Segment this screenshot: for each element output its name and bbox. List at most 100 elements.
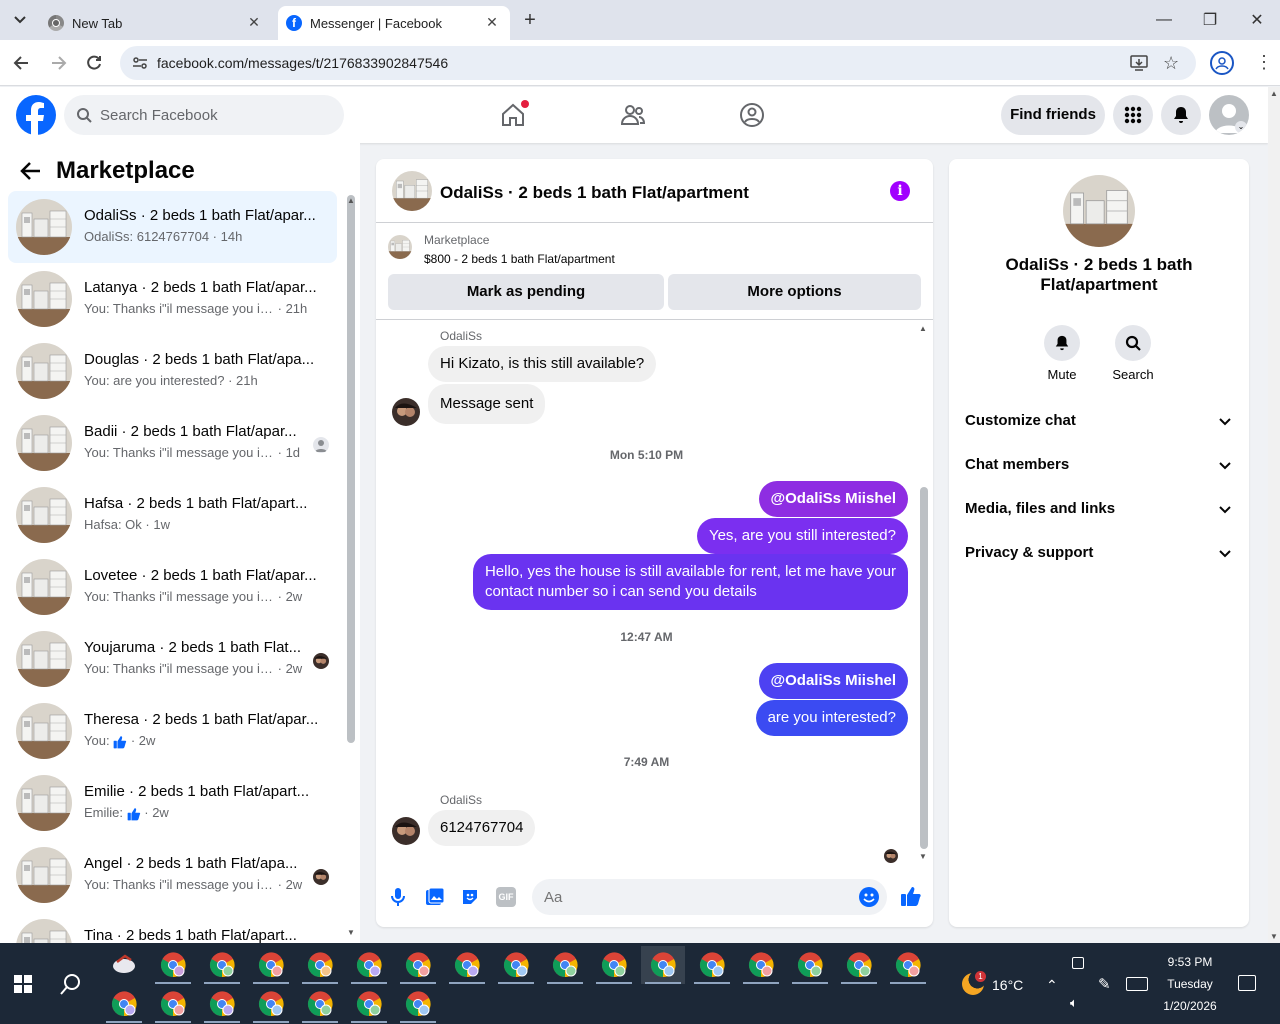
taskbar-chrome-icon[interactable] <box>886 946 930 984</box>
taskbar-chrome-icon[interactable] <box>396 946 440 984</box>
account-avatar[interactable]: ⌄ <box>1209 95 1249 135</box>
outgoing-message[interactable]: @OdaliSs Miishel <box>758 481 908 517</box>
bookmark-star-icon[interactable]: ☆ <box>1163 53 1179 74</box>
taskbar-chrome-icon[interactable] <box>249 946 293 984</box>
taskbar-chrome-icon[interactable] <box>151 946 195 984</box>
taskbar-chrome-icon[interactable] <box>249 985 293 1023</box>
taskbar-chrome-icon[interactable] <box>102 985 146 1023</box>
chat-members-row[interactable]: Chat members <box>965 445 1233 485</box>
taskbar-chrome-icon[interactable] <box>837 946 881 984</box>
taskbar-chrome-icon[interactable] <box>592 946 636 984</box>
listing-avatar-large[interactable] <box>1063 175 1135 247</box>
home-nav[interactable] <box>493 95 533 135</box>
groups-nav[interactable] <box>732 95 772 135</box>
page-scrollbar[interactable]: ▲ ▼ <box>1268 87 1280 943</box>
taskbar-chrome-icon[interactable] <box>200 946 244 984</box>
mark-as-pending-button[interactable]: Mark as pending <box>388 274 664 310</box>
taskbar-chrome-icon[interactable] <box>396 985 440 1023</box>
facebook-search[interactable] <box>64 95 344 135</box>
volume-icon[interactable]: 🔈︎ <box>1070 995 1078 1011</box>
sidebar-scrollbar[interactable] <box>347 195 355 743</box>
show-hidden-icons[interactable]: ⌃ <box>1046 977 1058 994</box>
close-tab-icon[interactable]: ✕ <box>484 14 500 30</box>
conversation-item[interactable]: Lovetee · 2 beds 1 bath Flat/apar... You:… <box>8 551 337 623</box>
meet-now-icon[interactable] <box>1072 957 1084 969</box>
pen-icon[interactable]: ✎ <box>1098 975 1111 993</box>
back-icon[interactable] <box>12 53 32 73</box>
close-window-button[interactable]: ✕ <box>1234 6 1280 34</box>
menu-button[interactable] <box>1113 95 1153 135</box>
conversation-item[interactable]: Youjaruma · 2 beds 1 bath Flat... You: Th… <box>8 623 337 695</box>
customize-chat-row[interactable]: Customize chat <box>965 401 1233 441</box>
conversation-item[interactable]: Angel · 2 beds 1 bath Flat/apa... You: Th… <box>8 839 337 911</box>
message-input-wrap[interactable] <box>532 879 887 915</box>
tab-search-button[interactable] <box>8 8 32 32</box>
outgoing-message[interactable]: @OdaliSs Miishel <box>758 663 908 699</box>
emoji-icon[interactable] <box>859 887 879 907</box>
conversation-item[interactable]: Badii · 2 beds 1 bath Flat/apar... You: T… <box>8 407 337 479</box>
incoming-message[interactable]: 6124767704 <box>428 810 536 846</box>
taskbar-chrome-icon[interactable] <box>298 946 342 984</box>
scroll-down-icon[interactable]: ▼ <box>919 852 927 861</box>
taskbar-chrome-icon[interactable] <box>445 946 489 984</box>
scroll-down-icon[interactable]: ▼ <box>347 928 355 937</box>
clock-time[interactable]: 9:53 PM <box>1160 955 1220 969</box>
media-files-links-row[interactable]: Media, files and links <box>965 489 1233 529</box>
conversation-item[interactable]: Latanya · 2 beds 1 bath Flat/apar... You:… <box>8 263 337 335</box>
weather-temp[interactable]: 16°C <box>992 977 1023 993</box>
scroll-down-icon[interactable]: ▼ <box>1270 932 1278 941</box>
conversation-item[interactable]: Douglas · 2 beds 1 bath Flat/apa... You: … <box>8 335 337 407</box>
more-options-button[interactable]: More options <box>668 274 921 310</box>
close-tab-icon[interactable]: ✕ <box>246 14 262 30</box>
taskbar-chrome-icon[interactable] <box>739 946 783 984</box>
friends-nav[interactable] <box>613 95 653 135</box>
site-info-icon[interactable] <box>132 55 148 71</box>
tab-messenger[interactable]: f Messenger | Facebook ✕ <box>278 6 510 40</box>
notifications-center-icon[interactable] <box>1238 975 1256 991</box>
scroll-up-icon[interactable]: ▲ <box>1270 89 1278 98</box>
browser-menu-icon[interactable]: ⋮ <box>1255 52 1273 72</box>
scroll-up-icon[interactable]: ▲ <box>347 196 355 205</box>
incoming-message[interactable]: Hi Kizato, is this still available? <box>428 346 657 382</box>
address-bar[interactable]: facebook.com/messages/t/2176833902847546… <box>120 46 1196 80</box>
privacy-support-row[interactable]: Privacy & support <box>965 533 1233 573</box>
taskbar-chrome-icon[interactable] <box>298 985 342 1023</box>
search-in-chat-button[interactable]: Search <box>1103 325 1163 382</box>
forward-icon[interactable] <box>48 53 68 73</box>
incoming-message[interactable]: Message sent <box>428 384 546 424</box>
clock-day[interactable]: Tuesday <box>1160 977 1220 991</box>
taskbar-chrome-icon[interactable] <box>788 946 832 984</box>
tab-new-tab[interactable]: New Tab ✕ <box>40 6 272 40</box>
scroll-up-icon[interactable]: ▲ <box>919 324 927 333</box>
keyboard-icon[interactable] <box>1126 977 1148 991</box>
taskbar-chrome-icon[interactable] <box>200 985 244 1023</box>
conversation-item[interactable]: OdaliSs · 2 beds 1 bath Flat/apar... Odal… <box>8 191 337 263</box>
like-icon[interactable] <box>900 885 922 907</box>
maximize-button[interactable]: ❐ <box>1187 6 1233 34</box>
photo-icon[interactable] <box>425 887 445 907</box>
outgoing-message[interactable]: are you interested? <box>755 700 908 736</box>
message-input[interactable] <box>544 879 844 915</box>
taskbar-search-icon[interactable] <box>60 973 82 995</box>
taskbar-chrome-icon[interactable] <box>543 946 587 984</box>
taskbar-chrome-icon[interactable] <box>494 946 538 984</box>
conversation-item[interactable]: Emilie · 2 beds 1 bath Flat/apart... Emil… <box>8 767 337 839</box>
search-input[interactable] <box>100 95 330 135</box>
conversation-item[interactable]: Hafsa · 2 beds 1 bath Flat/apart... Hafsa… <box>8 479 337 551</box>
minimize-button[interactable]: — <box>1141 6 1187 34</box>
listing-price[interactable]: $800 - 2 beds 1 bath Flat/apartment <box>424 252 615 266</box>
reload-icon[interactable] <box>84 53 104 73</box>
taskbar-chrome-icon[interactable] <box>690 946 734 984</box>
info-icon[interactable]: i <box>890 181 910 201</box>
new-tab-button[interactable]: + <box>518 8 542 32</box>
taskbar-chrome-icon[interactable] <box>151 985 195 1023</box>
chat-scrollbar[interactable] <box>920 487 928 849</box>
taskbar-app-icon[interactable] <box>102 946 146 984</box>
outgoing-message[interactable]: Yes, are you still interested? <box>696 518 908 554</box>
taskbar-chrome-icon[interactable] <box>641 946 685 984</box>
listing-avatar[interactable] <box>392 171 432 211</box>
sticker-icon[interactable] <box>460 887 480 907</box>
taskbar-chrome-icon[interactable] <box>347 985 391 1023</box>
facebook-logo[interactable] <box>16 95 56 135</box>
gif-icon[interactable]: GIF <box>496 887 516 907</box>
